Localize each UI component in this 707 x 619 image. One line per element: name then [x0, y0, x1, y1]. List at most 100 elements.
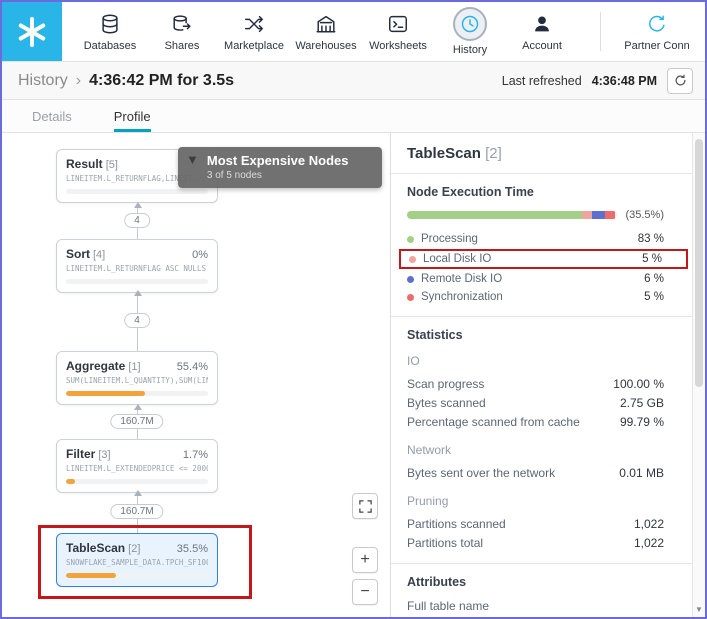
header-right: Last refreshed 4:36:48 PM	[501, 67, 693, 94]
legend-row-synchronization: Synchronization 5 %	[407, 289, 664, 305]
node-percent: 55.4%	[176, 361, 208, 373]
node-detail: SNOWFLAKE_SAMPLE_DATA.TPCH_SF100...	[66, 558, 208, 567]
dag-node-filter[interactable]: Filter [3] 1.7% LINEITEM.L_EXTENDEDPRICE…	[56, 439, 218, 493]
processing-dot-icon	[407, 235, 414, 243]
tab-bar: Details Profile	[2, 100, 705, 133]
page-header: History › 4:36:42 PM for 3.5s Last refre…	[2, 62, 705, 100]
last-refreshed-label: Last refreshed	[501, 73, 582, 88]
nav-item-worksheets[interactable]: Worksheets	[362, 2, 434, 61]
nav-separator	[600, 12, 601, 51]
zoom-in-button[interactable]: +	[352, 547, 378, 573]
node-progress-bar	[66, 573, 117, 578]
node-details-panel: TableScan [2] Node Execution Time (35.5%…	[390, 133, 705, 617]
refresh-button[interactable]	[667, 67, 693, 94]
node-detail: LINEITEM.L_EXTENDEDPRICE <= 20000	[66, 464, 208, 473]
dag-node-aggregate[interactable]: Aggregate [1] 55.4% SUM(LINEITEM.L_QUANT…	[56, 351, 218, 405]
node-details-content: TableScan [2] Node Execution Time (35.5%…	[391, 133, 692, 617]
nav-item-marketplace[interactable]: Marketplace	[218, 2, 290, 61]
node-name: Aggregate	[66, 359, 126, 373]
node-id: [1]	[128, 361, 141, 373]
nav-label: Account	[522, 40, 562, 52]
nav-item-history[interactable]: History	[434, 2, 506, 61]
node-detail: LINEITEM.L_RETURNFLAG ASC NULLS LA...	[66, 264, 208, 273]
breadcrumb-history[interactable]: History	[18, 72, 68, 90]
nav-label: Worksheets	[369, 40, 427, 52]
stat-row-scan-progress: Scan progress 100.00 %	[407, 376, 664, 391]
query-title: 4:36:42 PM for 3.5s	[89, 71, 235, 89]
tooltip-subtitle: 3 of 5 nodes	[206, 170, 262, 181]
marketplace-icon	[241, 11, 267, 37]
tab-details[interactable]: Details	[32, 100, 72, 132]
partner-connect-icon	[644, 11, 670, 37]
node-id: [3]	[98, 449, 111, 461]
stats-group-network: Network	[407, 443, 452, 457]
cursor-icon: ▼	[186, 152, 199, 167]
edge-row-count-badge: 160.7M	[110, 504, 164, 519]
warehouses-icon	[313, 11, 339, 37]
snowflake-app-window: Databases Shares Marketplace Warehouses	[0, 0, 707, 619]
stats-group-io: IO	[407, 354, 420, 368]
panel-scrollbar[interactable]: ▼	[692, 133, 705, 617]
node-name: Sort	[66, 247, 90, 261]
nav-item-warehouses[interactable]: Warehouses	[290, 2, 362, 61]
node-progress-bar	[66, 391, 145, 396]
tab-profile[interactable]: Profile	[113, 100, 151, 132]
nav-label: Shares	[164, 40, 200, 52]
node-percent: 35.5%	[176, 543, 208, 555]
dag-node-tablescan-selected[interactable]: TableScan [2] 35.5% SNOWFLAKE_SAMPLE_DAT…	[56, 533, 218, 587]
query-profile-dag[interactable]: Result [5] LINEITEM.L_RETURNFLAG,LINEIT.…	[2, 133, 390, 617]
synchronization-dot-icon	[407, 293, 414, 301]
attributes-heading: Attributes	[407, 575, 467, 589]
node-detail: SUM(LINEITEM.L_QUANTITY),SUM(LINEIT...	[66, 376, 208, 385]
legend-row-local-disk-io: Local Disk IO 5 %	[399, 249, 688, 269]
node-id: [5]	[105, 159, 118, 171]
segment-remote-disk-io	[592, 211, 605, 219]
segment-processing	[407, 211, 582, 219]
execution-time-heading: Node Execution Time	[407, 185, 534, 199]
stat-row-partitions-total: Partitions total 1,022	[407, 535, 664, 550]
refresh-icon	[675, 74, 685, 86]
full-table-name-label: Full table name	[407, 599, 490, 613]
fit-screen-icon	[358, 499, 372, 513]
node-name: TableScan	[66, 541, 126, 555]
dag-node-sort[interactable]: Sort [4] 0% LINEITEM.L_RETURNFLAG ASC NU…	[56, 239, 218, 293]
top-navigation: Databases Shares Marketplace Warehouses	[2, 2, 705, 62]
edge-row-count-badge: 4	[124, 313, 150, 328]
remote-disk-io-dot-icon	[407, 275, 414, 283]
nav-item-partner-connect[interactable]: Partner Conn	[609, 2, 705, 61]
nav-item-account[interactable]: Account	[506, 2, 578, 61]
legend-row-remote-disk-io: Remote Disk IO 6 %	[407, 271, 664, 287]
snowflake-logo[interactable]	[2, 2, 62, 61]
snowflake-icon	[16, 16, 48, 48]
statistics-heading: Statistics	[407, 328, 463, 342]
execution-time-bar	[407, 211, 618, 219]
node-progress-bar	[66, 479, 75, 484]
databases-icon	[97, 11, 123, 37]
nav-label: Marketplace	[224, 40, 284, 52]
nav-item-databases[interactable]: Databases	[74, 2, 146, 61]
stat-row-bytes-sent: Bytes sent over the network 0.01 MB	[407, 465, 664, 480]
divider	[391, 173, 692, 174]
execution-total-percent: (35.5%)	[625, 209, 664, 221]
node-id: [2]	[128, 543, 141, 555]
legend-row-processing: Processing 83 %	[407, 231, 664, 247]
segment-local-disk-io	[581, 211, 593, 219]
scrollbar-thumb[interactable]	[695, 139, 703, 387]
stat-row-pct-from-cache: Percentage scanned from cache 99.79 %	[407, 414, 664, 429]
worksheets-icon	[385, 11, 411, 37]
most-expensive-nodes-tooltip: ▼ Most Expensive Nodes 3 of 5 nodes	[178, 147, 382, 188]
scrollbar-down-arrow[interactable]: ▼	[693, 602, 705, 617]
node-percent: 1.7%	[182, 449, 208, 461]
zoom-out-button[interactable]: −	[352, 579, 378, 605]
main-content: Result [5] LINEITEM.L_RETURNFLAG,LINEIT.…	[2, 133, 705, 617]
panel-title: TableScan [2]	[407, 145, 502, 162]
stat-row-bytes-scanned: Bytes scanned 2.75 GB	[407, 395, 664, 410]
edge-row-count-badge: 4	[124, 213, 150, 228]
nav-items: Databases Shares Marketplace Warehouses	[62, 2, 705, 61]
nav-item-shares[interactable]: Shares	[146, 2, 218, 61]
node-percent: 0%	[192, 249, 208, 261]
breadcrumb-separator: ›	[75, 71, 82, 89]
panel-title-id: [2]	[485, 145, 502, 162]
zoom-fit-button[interactable]	[352, 493, 378, 519]
nav-label: History	[452, 44, 488, 56]
